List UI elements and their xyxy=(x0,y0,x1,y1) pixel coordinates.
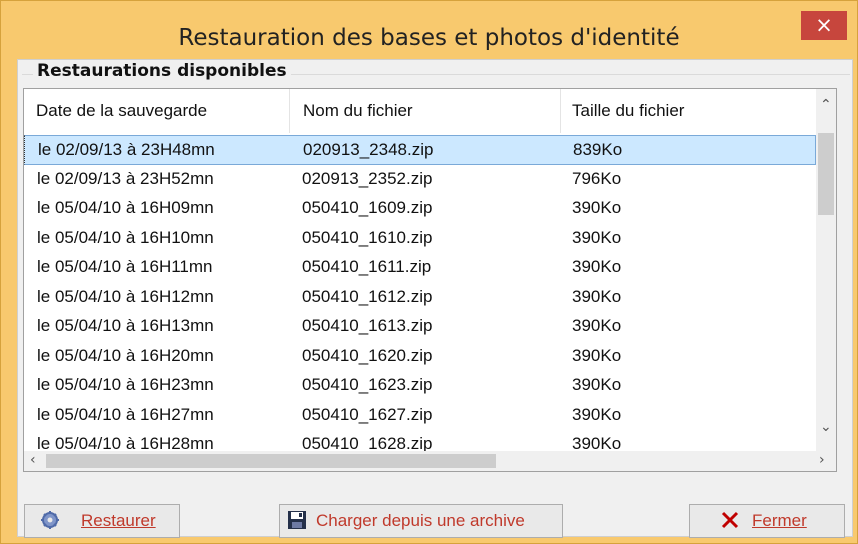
row-size: 796Ko xyxy=(572,168,622,188)
restore-button[interactable]: Restaurer xyxy=(24,504,180,538)
list-header: Date de la sauvegarde Nom du fichier Tai… xyxy=(24,89,816,133)
row-size: 390Ko xyxy=(572,257,622,276)
group-label: Restaurations disponibles xyxy=(33,61,291,81)
row-size: 390Ko xyxy=(572,227,622,247)
close-dialog-button-label: Fermer xyxy=(752,511,807,530)
chevron-left-icon[interactable]: ‹ xyxy=(30,452,36,468)
row-size: 390Ko xyxy=(572,345,622,365)
row-size: 390Ko xyxy=(572,375,622,394)
row-date: le 05/04/10 à 16H12mn xyxy=(37,286,214,306)
table-row[interactable]: le 02/09/13 à 23H52mn 020913_2352.zip 796K… xyxy=(24,165,816,193)
row-date: le 05/04/10 à 16H09mn xyxy=(37,198,214,217)
load-archive-button-label: Charger depuis une archive xyxy=(316,511,525,530)
vertical-scrollbar[interactable]: ⌃ ⌄ xyxy=(816,89,836,451)
row-filename: 050410_1613.zip xyxy=(302,316,433,335)
horizontal-scrollbar[interactable]: ‹ › xyxy=(24,451,836,471)
column-separator[interactable] xyxy=(560,89,561,133)
gear-icon xyxy=(41,511,59,529)
column-header-date[interactable]: Date de la sauvegarde xyxy=(36,101,207,121)
row-filename: 050410_1620.zip xyxy=(302,345,433,365)
row-size: 390Ko xyxy=(572,198,622,217)
row-filename: 050410_1623.zip xyxy=(302,375,433,394)
row-date: le 05/04/10 à 16H27mn xyxy=(37,404,214,424)
row-filename: 050410_1627.zip xyxy=(302,404,433,424)
row-date: le 05/04/10 à 16H11mn xyxy=(37,257,213,276)
row-filename: 050410_1611.zip xyxy=(302,257,432,276)
column-header-size[interactable]: Taille du fichier xyxy=(572,101,684,121)
row-filename: 050410_1609.zip xyxy=(302,198,433,217)
row-date: le 05/04/10 à 16H23mn xyxy=(37,375,214,394)
load-archive-button[interactable]: Charger depuis une archive xyxy=(279,504,563,538)
floppy-disk-icon xyxy=(288,511,306,529)
column-separator[interactable] xyxy=(289,89,290,133)
table-row[interactable]: le 05/04/10 à 16H20mn 050410_1620.zip 390K… xyxy=(24,342,816,370)
row-date: le 05/04/10 à 16H13mn xyxy=(37,316,214,335)
row-filename: 020913_2348.zip xyxy=(303,140,434,159)
table-row[interactable]: le 05/04/10 à 16H09mn 050410_1609.zip 390K… xyxy=(24,194,816,222)
row-size: 390Ko xyxy=(572,286,622,306)
chevron-right-icon[interactable]: › xyxy=(819,452,825,468)
restore-button-label: Restaurer xyxy=(81,511,156,530)
close-dialog-button[interactable]: Fermer xyxy=(689,504,845,538)
row-filename: 020913_2352.zip xyxy=(302,168,433,188)
column-header-file[interactable]: Nom du fichier xyxy=(303,101,413,121)
backups-list[interactable]: Date de la sauvegarde Nom du fichier Tai… xyxy=(23,88,837,472)
table-row[interactable]: le 05/04/10 à 16H10mn 050410_1610.zip 390K… xyxy=(24,224,816,252)
row-date: le 02/09/13 à 23H48mn xyxy=(38,140,215,159)
table-row[interactable]: le 05/04/10 à 16H27mn 050410_1627.zip 390K… xyxy=(24,401,816,429)
row-size: 390Ko xyxy=(572,404,622,424)
table-row[interactable]: le 02/09/13 à 23H48mn 020913_2348.zip 839K… xyxy=(24,135,816,165)
row-date: le 02/09/13 à 23H52mn xyxy=(37,168,214,188)
row-filename: 050410_1612.zip xyxy=(302,286,433,306)
row-date: le 05/04/10 à 16H10mn xyxy=(37,227,214,247)
vertical-scroll-thumb[interactable] xyxy=(818,133,834,215)
x-icon xyxy=(721,511,739,529)
row-filename: 050410_1610.zip xyxy=(302,227,433,247)
table-row[interactable]: le 05/04/10 à 16H12mn 050410_1612.zip 390K… xyxy=(24,283,816,311)
restore-dialog: Restauration des bases et photos d'ident… xyxy=(0,0,858,544)
row-date: le 05/04/10 à 16H20mn xyxy=(37,345,214,365)
row-size: 839Ko xyxy=(573,140,623,159)
title-bar[interactable]: Restauration des bases et photos d'ident… xyxy=(1,1,857,59)
close-button[interactable]: × xyxy=(801,11,847,40)
table-row[interactable]: le 05/04/10 à 16H23mn 050410_1623.zip 390K… xyxy=(24,371,816,399)
window-title: Restauration des bases et photos d'ident… xyxy=(178,25,680,51)
table-row[interactable]: le 05/04/10 à 16H13mn 050410_1613.zip 390K… xyxy=(24,312,816,340)
chevron-up-icon[interactable]: ⌃ xyxy=(820,97,832,113)
row-size: 390Ko xyxy=(572,316,622,335)
chevron-down-icon[interactable]: ⌄ xyxy=(820,419,832,435)
table-row[interactable]: le 05/04/10 à 16H11mn 050410_1611.zip 390K… xyxy=(24,253,816,281)
horizontal-scroll-thumb[interactable] xyxy=(46,454,496,468)
